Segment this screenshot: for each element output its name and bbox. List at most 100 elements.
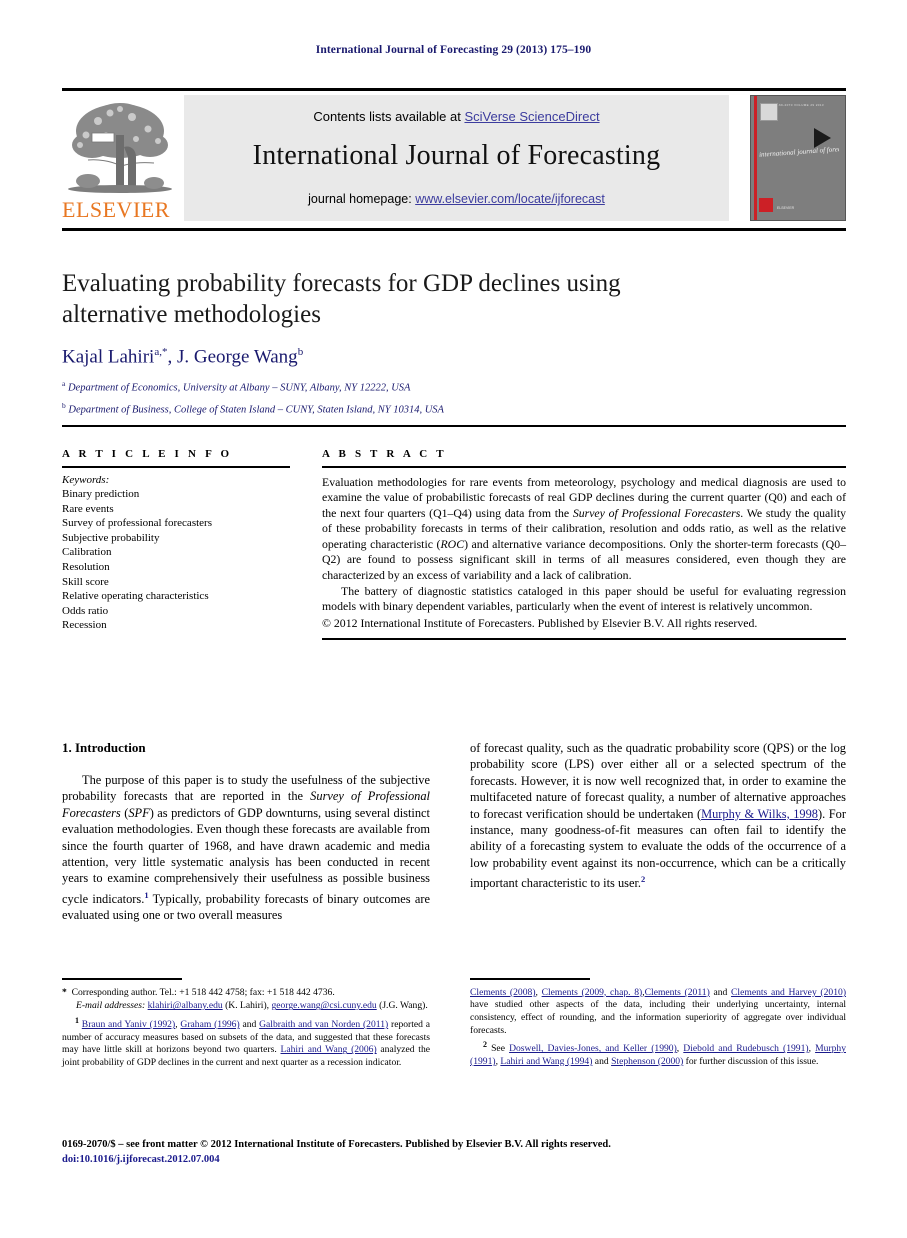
masthead-bottom-rule <box>62 228 846 231</box>
footnote-1: 1 Braun and Yaniv (1992), Graham (1996) … <box>62 1015 430 1070</box>
contents-prefix: Contents lists available at <box>313 109 465 124</box>
abstract-rule <box>322 466 846 468</box>
fn1-text-7: and <box>709 986 732 998</box>
keyword-item: Recession <box>62 619 107 632</box>
article-info-heading: A R T I C L E I N F O <box>62 448 233 460</box>
citation-diebold-rudebusch-1991[interactable]: Diebold and Rudebusch (1991) <box>683 1043 808 1054</box>
affiliation-a: a Department of Economics, University at… <box>62 376 846 396</box>
keyword-item: Relative operating characteristics <box>62 590 209 603</box>
journal-cover-thumbnail[interactable]: ISSN 0169-2070 VOLUME 29 2013 internatio… <box>750 95 846 221</box>
email-addresses-label: E-mail addresses: <box>76 1000 146 1012</box>
journal-banner: Contents lists available at SciVerse Sci… <box>184 95 729 221</box>
abstract-paragraph-2: The battery of diagnostic statistics cat… <box>322 583 846 614</box>
fn2-text-4: and <box>592 1055 612 1067</box>
citation-doswell-et-al-1990[interactable]: Doswell, Davies-Jones, and Keller (1990) <box>509 1043 677 1054</box>
bottom-matter: 0169-2070/$ – see front matter © 2012 In… <box>62 1138 846 1167</box>
footnote-1-continued: Clements (2008), Clements (2009, chap. 8… <box>470 987 846 1037</box>
footnotes-right: Clements (2008), Clements (2009, chap. 8… <box>470 978 846 1069</box>
keywords-label: Keywords: <box>62 473 110 486</box>
homepage-prefix: journal homepage: <box>308 192 416 206</box>
page-title: Evaluating probability forecasts for GDP… <box>62 270 621 328</box>
keyword-item: Calibration <box>62 546 112 559</box>
footnote-ref-2[interactable]: 2 <box>641 874 645 884</box>
journal-homepage-link[interactable]: www.elsevier.com/locate/ijforecast <box>415 192 605 206</box>
keyword-item: Rare events <box>62 502 114 515</box>
elsevier-tree-icon <box>68 103 172 193</box>
footnote-separator-right <box>470 978 590 980</box>
citation-stephenson-2000[interactable]: Stephenson (2000) <box>611 1056 683 1067</box>
author-name-2: J. George Wang <box>176 346 298 368</box>
author-2-marker: b <box>297 346 304 358</box>
intro-left-italic-2: SPF <box>128 805 150 820</box>
email-link-wang[interactable]: george.wang@csi.cuny.edu <box>271 1000 376 1011</box>
keyword-item: Skill score <box>62 575 109 588</box>
citation-galbraith-van-norden-2011[interactable]: Galbraith and van Norden (2011) <box>259 1019 388 1030</box>
author-list: Kajal Lahiria,*, J. George Wangb <box>62 346 846 368</box>
elsevier-wordmark: ELSEVIER <box>62 197 170 222</box>
abstract-body: Evaluation methodologies for rare events… <box>322 475 846 632</box>
email-1-owner: (K. Lahiri), <box>222 1000 270 1012</box>
contents-lists-line: Contents lists available at SciVerse Sci… <box>184 109 729 124</box>
article-info-column: A R T I C L E I N F O Keywords: Binary p… <box>62 448 290 633</box>
affiliation-b-marker: b <box>62 400 66 410</box>
affiliation-b: b Department of Business, College of Sta… <box>62 398 846 418</box>
email-2-owner: (J.G. Wang). <box>376 1000 428 1012</box>
fn1-text-8: have studied other aspects of the data, … <box>470 999 846 1036</box>
masthead-top-rule <box>62 88 846 91</box>
footnote-emails: E-mail addresses: klahiri@albany.edu (K.… <box>62 1000 430 1013</box>
keyword-item: Survey of professional forecasters <box>62 517 212 530</box>
email-link-lahiri[interactable]: klahiri@albany.edu <box>148 1000 223 1011</box>
footnote-2: 2 See Doswell, Davies-Jones, and Keller … <box>470 1039 846 1068</box>
masthead: ELSEVIER Contents lists available at Sci… <box>62 93 846 226</box>
body-left-column: 1. Introduction The purpose of this pape… <box>62 740 430 924</box>
sciencedirect-link[interactable]: SciVerse ScienceDirect <box>464 109 599 124</box>
citation-braun-yaniv-1992[interactable]: Braun and Yaniv (1992) <box>82 1019 175 1030</box>
abstract-paragraph-1: Evaluation methodologies for rare events… <box>322 475 846 584</box>
keyword-item: Subjective probability <box>62 531 160 544</box>
journal-article-page: International Journal of Forecasting 29 … <box>0 0 907 1238</box>
footnote-star-marker: * <box>62 986 67 998</box>
abstract-heading: A B S T R A C T <box>322 448 447 460</box>
citation-clements-2009[interactable]: Clements (2009, chap. 8) <box>542 987 643 998</box>
body-right-column: of forecast quality, such as the quadrat… <box>470 740 846 892</box>
cover-publisher-badge <box>759 198 773 212</box>
keywords-block: Keywords: Binary prediction Rare events … <box>62 473 290 634</box>
title-block: Evaluating probability forecasts for GDP… <box>62 268 846 417</box>
section-heading-introduction: 1. Introduction <box>62 740 146 755</box>
footnotes-left: * Corresponding author. Tel.: +1 518 442… <box>62 978 430 1070</box>
citation-lahiri-wang-2006[interactable]: Lahiri and Wang (2006) <box>281 1044 377 1055</box>
citation-clements-2008[interactable]: Clements (2008) <box>470 987 536 998</box>
journal-homepage-line: journal homepage: www.elsevier.com/locat… <box>184 192 729 206</box>
intro-paragraph-left: The purpose of this paper is to study th… <box>62 772 430 924</box>
author-name-1: Kajal Lahiri <box>62 346 155 368</box>
footnote-corresponding-author: * Corresponding author. Tel.: +1 518 442… <box>62 987 430 1000</box>
author-separator: , <box>167 346 177 368</box>
citation-clements-harvey-2010[interactable]: Clements and Harvey (2010) <box>731 987 846 998</box>
abstract-column: A B S T R A C T Evaluation methodologies… <box>322 448 846 641</box>
citation-lahiri-wang-1994[interactable]: Lahiri and Wang (1994) <box>500 1056 592 1067</box>
citation-graham-1996[interactable]: Graham (1996) <box>180 1019 239 1030</box>
abstract-bottom-rule <box>322 638 846 641</box>
abstract-p1-italic-1: Survey of Professional Forecasters <box>572 505 741 520</box>
cover-script-title: international journal of forecasting <box>758 145 840 159</box>
article-info-rule <box>62 466 290 468</box>
author-1-marker: a,* <box>154 346 168 358</box>
keyword-item: Binary prediction <box>62 488 140 501</box>
cover-bottom-meta: ELSEVIER <box>777 206 795 210</box>
abstract-copyright: © 2012 International Institute of Foreca… <box>322 615 758 630</box>
footnote-1-marker: 1 <box>75 1015 79 1025</box>
affiliation-a-text: Department of Economics, University at A… <box>67 382 411 394</box>
fn1-text-2: and <box>239 1019 260 1031</box>
doi-line[interactable]: doi:10.1016/j.ijforecast.2012.07.004 <box>62 1153 846 1168</box>
journal-title: International Journal of Forecasting <box>252 140 661 171</box>
citation-murphy-wilks-1998[interactable]: Murphy & Wilks, 1998 <box>701 807 818 821</box>
corresponding-author-text: Corresponding author. Tel.: +1 518 442 4… <box>71 986 335 998</box>
issn-copyright-line: 0169-2070/$ – see front matter © 2012 In… <box>62 1139 611 1150</box>
affiliation-a-marker: a <box>62 379 66 389</box>
intro-left-c: ) as predictors of GDP downturns, using … <box>62 805 430 906</box>
fn2-text-5: for further discussion of this issue. <box>683 1055 819 1067</box>
citation-clements-2011[interactable]: Clements (2011) <box>645 987 710 998</box>
intro-paragraph-right: of forecast quality, such as the quadrat… <box>470 740 846 892</box>
footnote-separator-left <box>62 978 182 980</box>
keyword-item: Odds ratio <box>62 604 109 617</box>
